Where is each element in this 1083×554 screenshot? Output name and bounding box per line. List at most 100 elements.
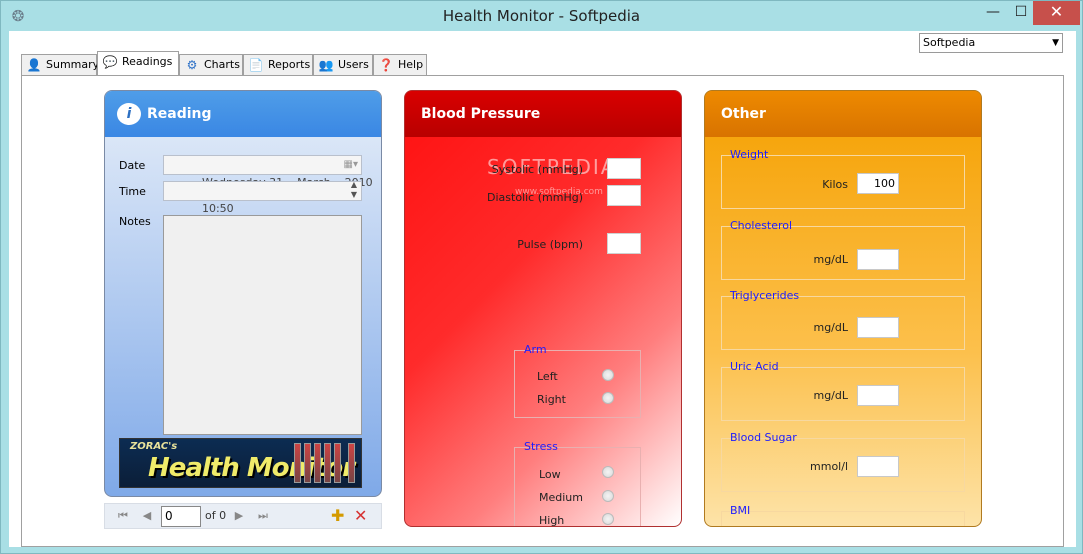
time-label: Time xyxy=(119,185,146,198)
bmi-group-title: BMI xyxy=(730,504,751,517)
stress-medium-label: Medium xyxy=(539,491,583,504)
speech-bubble-icon: 💬 xyxy=(102,55,118,69)
reading-panel-header: i Reading xyxy=(105,91,381,137)
triglycerides-group: Triglycerides mg/dL xyxy=(721,289,965,350)
help-icon: ❓ xyxy=(378,58,394,72)
title-bar[interactable]: ❂ Health Monitor - Softpedia — ☐ ✕ xyxy=(1,1,1082,31)
calendar-icon[interactable]: ▦▾ xyxy=(344,156,358,174)
last-record-icon[interactable]: ⏭ xyxy=(255,507,271,525)
uric-acid-input[interactable] xyxy=(857,385,899,406)
vial-icon xyxy=(324,443,331,483)
tab-reports[interactable]: 📄 Reports xyxy=(243,54,313,75)
document-icon: 📄 xyxy=(248,58,264,72)
uric-acid-unit-label: mg/dL xyxy=(813,389,848,402)
tab-summary[interactable]: 👤 Summary xyxy=(21,54,100,75)
pulse-input[interactable] xyxy=(607,233,641,254)
gear-icon: ⚙ xyxy=(186,58,198,72)
arm-group: Arm Left Right xyxy=(514,343,641,418)
tab-charts[interactable]: ⚙ Charts xyxy=(179,54,243,75)
notes-textarea[interactable] xyxy=(163,215,362,435)
application-window: ❂ Health Monitor - Softpedia — ☐ ✕ Softp… xyxy=(0,0,1083,554)
cholesterol-unit-label: mg/dL xyxy=(813,253,848,266)
reading-panel: i Reading Date Wednesday 31 March 2010 ▦… xyxy=(104,90,382,497)
tab-label: Readings xyxy=(122,55,173,68)
blood-pressure-panel: Blood Pressure SOFTPEDIA www.softpedia.c… xyxy=(404,90,682,527)
close-button[interactable]: ✕ xyxy=(1033,1,1080,25)
tab-label: Users xyxy=(338,58,369,71)
triglycerides-unit-label: mg/dL xyxy=(813,321,848,334)
delete-record-icon[interactable]: ✕ xyxy=(354,507,367,525)
cholesterol-group: Cholesterol mg/dL xyxy=(721,219,965,280)
arm-right-label: Right xyxy=(537,393,566,406)
vial-icon xyxy=(334,443,341,483)
readings-tab-pane: i Reading Date Wednesday 31 March 2010 ▦… xyxy=(21,75,1064,547)
add-record-icon[interactable]: ✚ xyxy=(331,507,344,525)
vial-icon xyxy=(314,443,321,483)
window-title: Health Monitor - Softpedia xyxy=(442,7,641,25)
systolic-input[interactable] xyxy=(607,158,641,179)
tab-readings[interactable]: 💬 Readings xyxy=(97,51,179,75)
record-count-label: of 0 xyxy=(205,509,227,522)
weight-input[interactable]: 100 xyxy=(857,173,899,194)
stress-medium-radio[interactable] xyxy=(602,490,614,502)
logo-small-text: ZORAC's xyxy=(130,441,178,452)
diastolic-input[interactable] xyxy=(607,185,641,206)
stress-low-radio[interactable] xyxy=(602,466,614,478)
weight-unit-label: Kilos xyxy=(822,178,848,191)
blood-sugar-input[interactable] xyxy=(857,456,899,477)
vial-icon xyxy=(294,443,301,483)
weight-group-title: Weight xyxy=(730,148,769,161)
arm-group-title: Arm xyxy=(524,343,547,356)
time-value: 10:50 xyxy=(201,202,234,215)
tab-label: Reports xyxy=(268,58,311,71)
uric-acid-group-title: Uric Acid xyxy=(730,360,779,373)
spinner-icon[interactable]: ▲ ▼ xyxy=(351,180,357,200)
stress-low-label: Low xyxy=(539,468,561,481)
tab-label: Help xyxy=(398,58,424,71)
record-navigator: ⏮ ◀ 0 of 0 ▶ ⏭ ✚ ✕ xyxy=(104,503,382,529)
arm-left-label: Left xyxy=(537,370,558,383)
blood-sugar-group: Blood Sugar mmol/l xyxy=(721,431,965,492)
record-position-input[interactable]: 0 xyxy=(161,506,201,527)
triglycerides-group-title: Triglycerides xyxy=(730,289,800,302)
triglycerides-input[interactable] xyxy=(857,317,899,338)
info-icon: i xyxy=(117,103,141,125)
tab-label: Summary xyxy=(46,58,100,71)
next-record-icon[interactable]: ▶ xyxy=(231,507,247,525)
stress-group-title: Stress xyxy=(524,440,558,453)
health-monitor-logo: ZORAC's Health Monitor xyxy=(119,438,362,488)
diastolic-label: Diastolic (mmHg) xyxy=(487,191,583,204)
other-panel: Other Weight Kilos 100 Cholesterol mg/dL… xyxy=(704,90,982,527)
first-record-icon[interactable]: ⏮ xyxy=(115,507,131,525)
previous-record-icon[interactable]: ◀ xyxy=(139,507,155,525)
user-select-value: Softpedia xyxy=(923,36,976,49)
tab-label: Charts xyxy=(204,58,240,71)
time-picker[interactable]: 10:50 ▲ ▼ xyxy=(163,180,362,215)
chevron-down-icon[interactable]: ▼ xyxy=(1052,34,1059,52)
user-icon: 👤 xyxy=(26,58,42,72)
date-picker[interactable]: Wednesday 31 March 2010 ▦▾ xyxy=(163,155,373,189)
weight-group: Weight Kilos 100 xyxy=(721,148,965,209)
bmi-group: BMI xyxy=(721,504,965,526)
vial-icon xyxy=(304,443,311,483)
cholesterol-input[interactable] xyxy=(857,249,899,270)
vial-icon xyxy=(348,443,355,483)
maximize-button[interactable]: ☐ xyxy=(1006,1,1036,25)
tab-help[interactable]: ❓ Help xyxy=(373,54,427,75)
cholesterol-group-title: Cholesterol xyxy=(730,219,793,232)
notes-label: Notes xyxy=(119,215,151,228)
other-panel-header: Other xyxy=(705,91,981,137)
pulse-label: Pulse (bpm) xyxy=(517,238,583,251)
tab-users[interactable]: 👥 Users xyxy=(313,54,373,75)
stress-group: Stress Low Medium High xyxy=(514,440,641,527)
date-label: Date xyxy=(119,159,146,172)
systolic-label: Systolic (mmHg) xyxy=(491,163,583,176)
user-select[interactable]: Softpedia ▼ xyxy=(919,33,1063,53)
blood-sugar-unit-label: mmol/l xyxy=(810,460,848,473)
minimize-button[interactable]: — xyxy=(978,1,1008,25)
arm-left-radio[interactable] xyxy=(602,369,614,381)
blood-pressure-header: Blood Pressure xyxy=(405,91,681,137)
stress-high-radio[interactable] xyxy=(602,513,614,525)
stress-high-label: High xyxy=(539,514,565,527)
arm-right-radio[interactable] xyxy=(602,392,614,404)
